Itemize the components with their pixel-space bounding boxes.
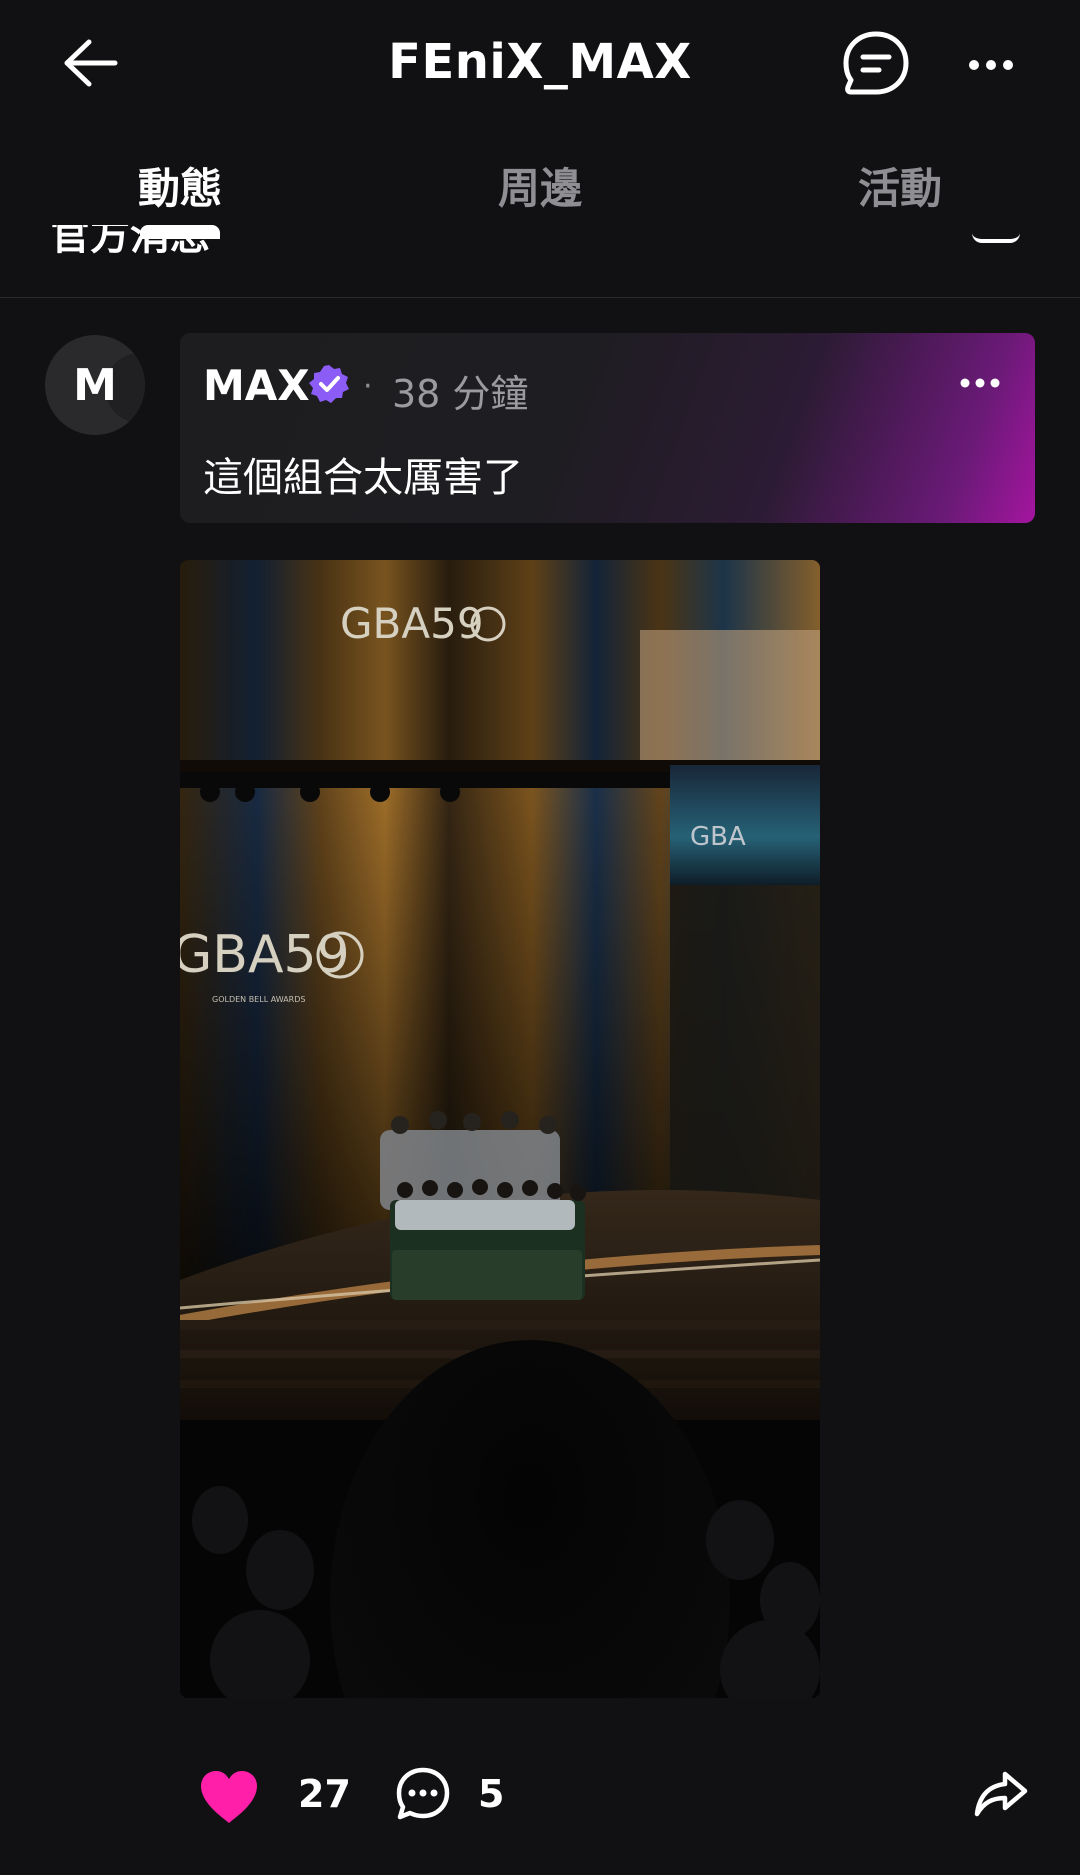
post-text: 這個組合太厲害了	[203, 455, 523, 501]
post-author[interactable]: MAX	[203, 361, 310, 410]
comment-count: 5	[478, 1772, 505, 1816]
tab-bar: 動態 周邊 活動	[0, 125, 1080, 239]
chat-bubble-icon	[843, 31, 909, 95]
post-actions: 27 5	[0, 1760, 1080, 1830]
like-count: 27	[298, 1772, 351, 1816]
verified-badge-icon	[309, 365, 349, 403]
avatar-initial: M	[73, 359, 117, 411]
more-options-button[interactable]	[960, 40, 1022, 90]
post-more-button[interactable]	[955, 371, 1005, 395]
stage-photo: GBA GBA59 GBA59 GOLDEN BELL AWARDS	[180, 560, 820, 1698]
meta-separator: ·	[363, 369, 373, 404]
more-horizontal-icon	[960, 378, 1000, 388]
post-image[interactable]: GBA GBA59 GBA59 GOLDEN BELL AWARDS	[180, 560, 820, 1698]
chat-button[interactable]	[838, 28, 914, 100]
comment-icon[interactable]	[395, 1766, 451, 1822]
tab-merch[interactable]: 周邊	[420, 155, 660, 216]
page-title: FEniX_MAX	[388, 34, 692, 90]
heart-icon[interactable]	[198, 1768, 260, 1826]
post-timestamp: 38 分鐘	[392, 372, 529, 416]
post-card: MAX · 38 分鐘 這個組合太厲害了	[180, 333, 1035, 523]
share-icon[interactable]	[973, 1768, 1029, 1820]
section-title: 官方消息	[50, 225, 210, 255]
scrolled-section-header: 官方消息	[50, 225, 1030, 255]
more-horizontal-icon	[969, 60, 1013, 70]
tab-events[interactable]: 活動	[780, 155, 1020, 216]
filter-icon[interactable]	[972, 231, 1020, 243]
tab-feed[interactable]: 動態	[60, 155, 300, 216]
top-bar: FEniX_MAX	[0, 0, 1080, 125]
divider	[0, 297, 1080, 298]
avatar[interactable]: M	[45, 335, 145, 435]
